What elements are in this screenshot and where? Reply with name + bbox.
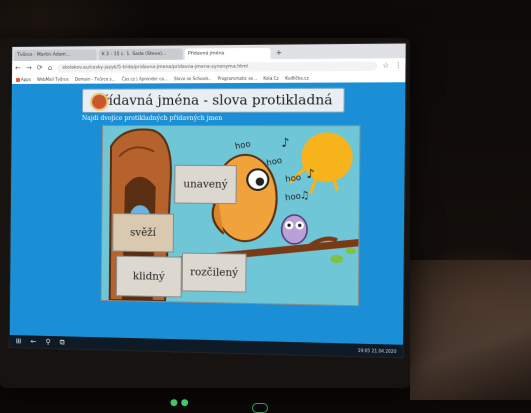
web-page: Přídavná jména - slova protikladná Najdi…: [9, 82, 406, 345]
word-card-rozcileny[interactable]: rozčilený: [181, 252, 247, 293]
star-icon[interactable]: ☆: [382, 61, 389, 69]
bookmark-item[interactable]: WebMail Tvůrce: [37, 77, 69, 82]
bookmark-item[interactable]: Kudlička.cz: [285, 75, 309, 80]
task-view-icon[interactable]: ⧉: [60, 338, 65, 347]
back-arrow-icon[interactable]: ←: [15, 64, 21, 72]
forward-arrow-icon[interactable]: →: [26, 64, 32, 72]
url-field[interactable]: skolakov.eu/cesky-jazyk/5-trida/pridavna…: [57, 60, 378, 73]
laptop-screen: Tvůrce - Martin Adam... K 2 - 15 c. 1. S…: [8, 42, 407, 359]
back-icon[interactable]: ←: [31, 338, 37, 346]
word-card-klidny[interactable]: klidný: [115, 255, 182, 298]
bookmark-item[interactable]: Čas.cz | Aprender co...: [122, 76, 168, 81]
bookmark-item[interactable]: Kola.Cz: [263, 76, 278, 81]
hoo-sound-text: hoo: [284, 191, 302, 203]
word-card-unaveny[interactable]: unavený: [174, 164, 237, 205]
bookmark-item[interactable]: Programmatic se...: [217, 76, 257, 81]
matching-game-board: ♪ ♪ ♫ hoo hoo hoo hoo unavený svěží klid…: [100, 125, 361, 307]
site-logo-icon: [90, 92, 109, 111]
menu-dots-icon[interactable]: ⋮: [395, 61, 403, 69]
power-button[interactable]: [252, 403, 268, 413]
clock-date: 21.04.2020: [371, 347, 397, 354]
laptop: Tvůrce - Martin Adam... K 2 - 15 c. 1. S…: [0, 38, 410, 413]
bookmark-item[interactable]: Apps: [15, 77, 31, 82]
svg-text:♪: ♪: [281, 135, 289, 150]
word-card-svezi[interactable]: svěží: [112, 213, 175, 253]
table-surface: [410, 260, 531, 400]
search-icon[interactable]: ⚲: [45, 338, 50, 346]
browser-tab[interactable]: Tvůrce - Martin Adam...: [14, 49, 97, 61]
bookmark-item[interactable]: Domain - Tvůrce s...: [75, 76, 116, 81]
browser-tab-active[interactable]: Přídavná jména: [184, 47, 271, 60]
apps-icon: [15, 77, 20, 82]
bookmark-item[interactable]: Slovo se Schools..: [174, 76, 211, 81]
svg-text:♪: ♪: [306, 166, 314, 181]
reload-icon[interactable]: ⟳: [37, 64, 43, 72]
new-tab-button[interactable]: +: [276, 48, 282, 59]
page-title: Přídavná jména - slova protikladná: [81, 87, 345, 113]
instruction-text: Najdi dvojice protikladných přídavných j…: [81, 114, 223, 123]
home-icon[interactable]: ⌂: [48, 64, 53, 72]
windows-start-icon[interactable]: ⊞: [16, 337, 22, 345]
system-tray[interactable]: 19:05 21.04.2020: [358, 347, 397, 353]
clock-time: 19:05: [357, 347, 371, 353]
browser-tab[interactable]: K 2 - 15 c. 1. Sada (Steve)...: [98, 48, 183, 61]
status-led-icon: ● ●: [170, 398, 189, 408]
